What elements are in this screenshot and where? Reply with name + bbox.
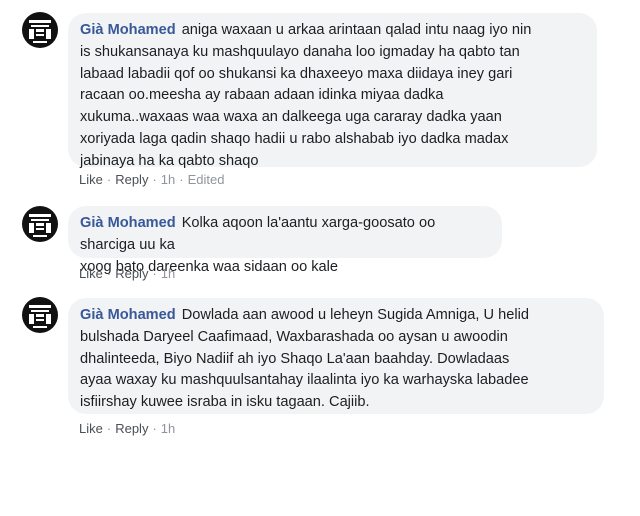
- like-link[interactable]: Like: [79, 266, 103, 281]
- comment-text-line: labaad labadii qof oo shukansi ka dhaxee…: [80, 65, 513, 82]
- comment-author[interactable]: Già Mohamed: [80, 22, 176, 38]
- comment-bubble: Già Mohamed Kolka aqoon la'aantu xarga-go…: [68, 206, 502, 275]
- avatar[interactable]: [21, 296, 59, 334]
- avatar[interactable]: [21, 205, 59, 243]
- black-white-pattern-avatar-icon: [22, 297, 58, 333]
- comment-text-line: isfiirshay kuwee israba in isku tagaan. …: [80, 394, 370, 411]
- comment-bubble: Già Mohamed aniga waxaan u arkaa arintaan…: [68, 13, 597, 169]
- separator-dot: ·: [152, 421, 157, 436]
- comment-text-line: bulshada Daryeel Caafimaad, Waxbarashada…: [80, 328, 508, 345]
- like-link[interactable]: Like: [79, 172, 103, 187]
- reply-link[interactable]: Reply: [115, 172, 148, 187]
- comment-timestamp[interactable]: 1h: [161, 421, 175, 436]
- separator-dot: ·: [106, 421, 112, 436]
- comment-timestamp[interactable]: 1h: [161, 266, 175, 281]
- comment-timestamp[interactable]: 1h: [161, 172, 175, 187]
- avatar[interactable]: [21, 11, 59, 49]
- like-link[interactable]: Like: [79, 421, 103, 436]
- comment-text-line: is shukansanaya ku mashquulayo danaha lo…: [80, 43, 520, 60]
- reply-link[interactable]: Reply: [115, 266, 148, 281]
- separator-dot: ·: [106, 266, 112, 281]
- comment-text-line: aniga waxaan u arkaa arintaan qalad intu…: [181, 22, 532, 38]
- separator-dot: ·: [152, 266, 157, 281]
- black-white-pattern-avatar-icon: [22, 12, 58, 48]
- comment-author[interactable]: Già Mohamed: [80, 307, 176, 323]
- comment-text-line: dhalinteeda, Biyo Nadiif ah iyo Shaqo La…: [80, 350, 510, 367]
- comment-author[interactable]: Già Mohamed: [80, 215, 176, 231]
- comment-actions: Like · Reply · 1h · Edited: [79, 172, 224, 187]
- reply-link[interactable]: Reply: [115, 421, 148, 436]
- comment-text-line: ayaa waxay ku mashquulsantahay ilaalinta…: [80, 372, 529, 389]
- comment-text-line: xoriyada laga qadin shaqo hadii u rabo a…: [80, 130, 509, 147]
- comment-actions: Like · Reply · 1h: [79, 266, 175, 281]
- comment-bubble: Già Mohamed Dowlada aan awood u leheyn Su…: [68, 298, 604, 414]
- comment-actions: Like · Reply · 1h: [79, 421, 175, 436]
- edited-label[interactable]: Edited: [188, 172, 225, 187]
- comment-text-line: xukuma..waxaas waa waxa an dalkeega uga …: [80, 109, 502, 126]
- black-white-pattern-avatar-icon: [22, 206, 58, 242]
- separator-dot: ·: [179, 172, 184, 187]
- comment-text-line: Dowlada aan awood u leheyn Sugida Amniga…: [181, 307, 529, 323]
- separator-dot: ·: [152, 172, 157, 187]
- comment-text-line: jabinaya ha ka qabto shaqo: [80, 152, 259, 169]
- separator-dot: ·: [106, 172, 112, 187]
- comment-text-line: racaan oo.meesha ay rabaan adaan idinka …: [80, 87, 444, 104]
